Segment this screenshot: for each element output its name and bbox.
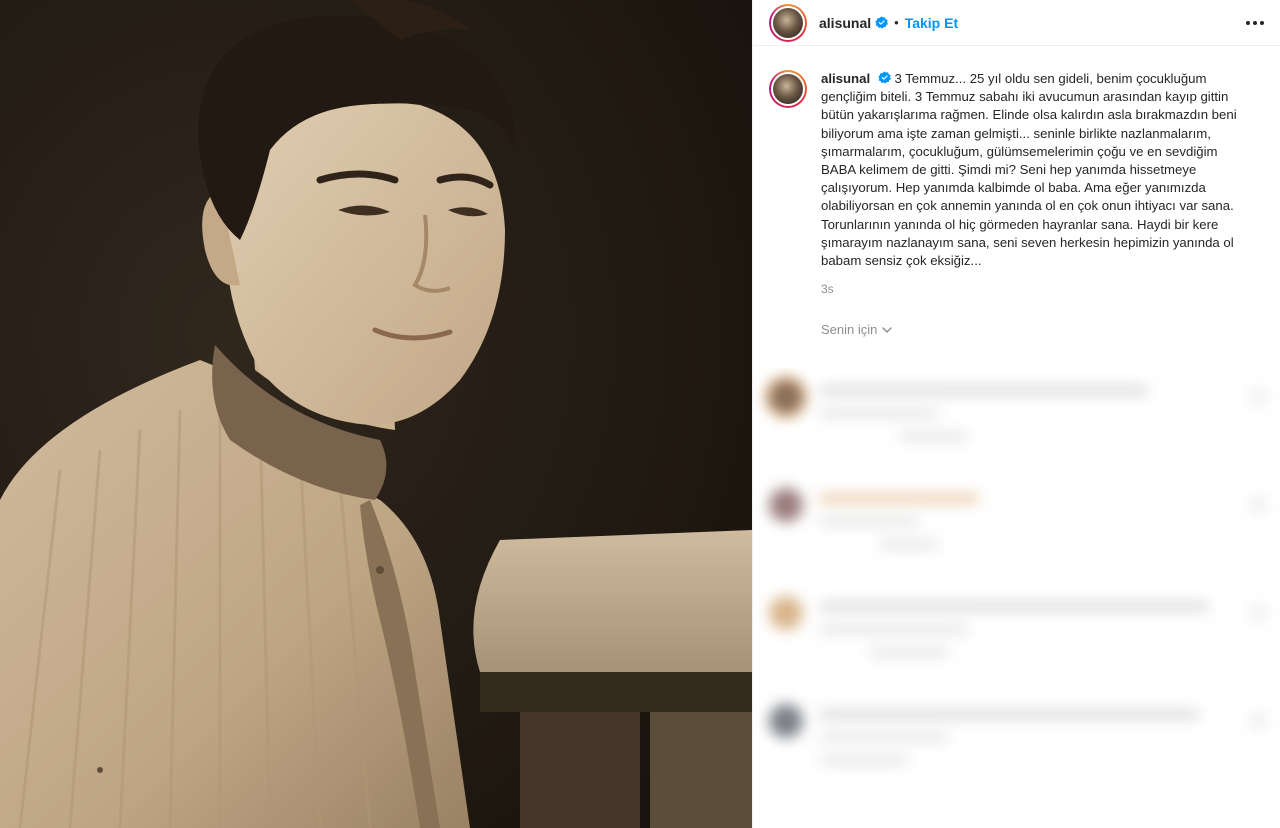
separator-dot: •	[894, 15, 899, 30]
heart-icon	[1251, 714, 1265, 728]
comment-row	[769, 380, 1265, 488]
vintage-portrait-image	[0, 0, 752, 828]
comment-avatar	[769, 380, 803, 414]
comments-sort-dropdown[interactable]: Senin için	[821, 322, 1280, 337]
more-horizontal-icon[interactable]	[1244, 12, 1266, 34]
comment-avatar	[769, 488, 803, 522]
comments-list-blurred	[753, 368, 1280, 828]
follow-button[interactable]: Takip Et	[905, 15, 958, 31]
comment-row	[769, 704, 1265, 812]
comment-avatar	[769, 596, 803, 630]
verified-badge-icon	[878, 71, 891, 84]
instagram-post-view: alisunal • Takip Et alisunal 3 Temmuz...…	[0, 0, 1280, 828]
heart-icon	[1251, 390, 1265, 404]
caption-text: 3 Temmuz... 25 yıl oldu sen gideli, beni…	[821, 71, 1237, 269]
comments-sort-label: Senin için	[821, 322, 878, 338]
verified-badge-icon	[875, 16, 889, 29]
post-photo[interactable]	[0, 0, 752, 828]
comment-avatar	[769, 704, 803, 738]
chevron-down-icon	[882, 327, 893, 333]
comment-row	[769, 488, 1265, 596]
post-timestamp[interactable]: 3s	[821, 280, 1251, 298]
post-header: alisunal • Takip Et	[753, 0, 1280, 46]
comment-row	[769, 596, 1265, 704]
caption-username[interactable]: alisunal	[821, 71, 870, 86]
caption: alisunal 3 Temmuz... 25 yıl oldu sen gid…	[753, 46, 1280, 298]
header-username[interactable]: alisunal	[819, 15, 871, 31]
caption-avatar[interactable]	[769, 70, 807, 108]
post-side-panel: alisunal • Takip Et alisunal 3 Temmuz...…	[752, 0, 1280, 828]
profile-avatar[interactable]	[769, 3, 807, 42]
caption-body: alisunal 3 Temmuz... 25 yıl oldu sen gid…	[821, 70, 1251, 298]
heart-icon	[1251, 606, 1265, 620]
heart-icon	[1251, 498, 1265, 512]
